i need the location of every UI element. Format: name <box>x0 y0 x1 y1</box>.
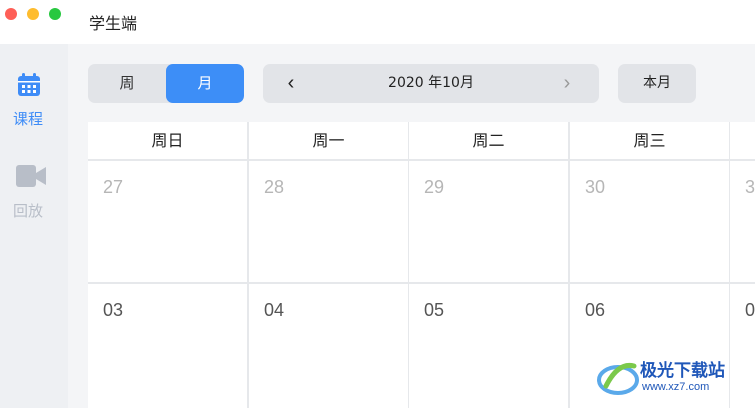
sidebar-item-replay[interactable]: 回放 <box>0 162 68 222</box>
weekday-header-wednesday: 周三 <box>570 122 729 159</box>
view-toggle: 周 月 <box>88 64 244 103</box>
chevron-left-icon[interactable]: ‹ <box>279 64 303 103</box>
weekday-header-tuesday: 周二 <box>409 122 568 159</box>
sidebar-item-course[interactable]: 课程 <box>0 72 68 132</box>
current-month-label: 2020 年10月 <box>388 75 474 91</box>
day-number: 27 <box>103 177 124 197</box>
day-number: 28 <box>264 177 285 197</box>
day-cell[interactable]: 27 <box>88 161 247 282</box>
watermark: 极光下载站 www.xz7.com <box>596 354 755 404</box>
sidebar-item-label: 课程 <box>13 110 44 128</box>
month-view-button[interactable]: 月 <box>166 64 244 103</box>
day-cell[interactable]: 03 <box>88 284 247 408</box>
weekday-header-thursday <box>730 122 755 159</box>
video-icon <box>16 165 46 187</box>
day-cell[interactable]: 3 <box>730 161 755 282</box>
day-number: 29 <box>424 177 445 197</box>
title-bar: 学生端 <box>0 0 755 44</box>
watermark-url: www.xz7.com <box>642 381 710 393</box>
watermark-text: 极光下载站 <box>640 361 725 381</box>
day-number: 3 <box>745 177 755 197</box>
month-navigator: ‹ 2020 年10月 › <box>263 64 599 103</box>
chevron-right-icon[interactable]: › <box>555 64 579 103</box>
close-window-button[interactable] <box>5 8 17 20</box>
day-cell[interactable]: 30 <box>570 161 729 282</box>
day-cell[interactable]: 05 <box>409 284 568 408</box>
day-number: 03 <box>103 300 124 320</box>
day-cell[interactable]: 04 <box>249 284 408 408</box>
watermark-logo-icon <box>597 362 639 395</box>
zoom-window-button[interactable] <box>49 8 61 20</box>
calendar-icon <box>18 73 40 96</box>
this-month-button[interactable]: 本月 <box>618 64 696 103</box>
weekday-header-sunday: 周日 <box>88 122 247 159</box>
day-cell[interactable]: 29 <box>409 161 568 282</box>
sidebar: 课程 回放 <box>0 44 68 408</box>
day-cell[interactable]: 28 <box>249 161 408 282</box>
window-title: 学生端 <box>89 14 138 33</box>
day-number: 30 <box>585 177 606 197</box>
day-number: 05 <box>424 300 445 320</box>
week-view-button[interactable]: 周 <box>88 64 166 103</box>
weekday-header-monday: 周一 <box>249 122 408 159</box>
day-number: 0 <box>745 300 755 320</box>
day-number: 06 <box>585 300 606 320</box>
day-number: 04 <box>264 300 285 320</box>
sidebar-item-label: 回放 <box>13 202 44 220</box>
minimize-window-button[interactable] <box>27 8 39 20</box>
